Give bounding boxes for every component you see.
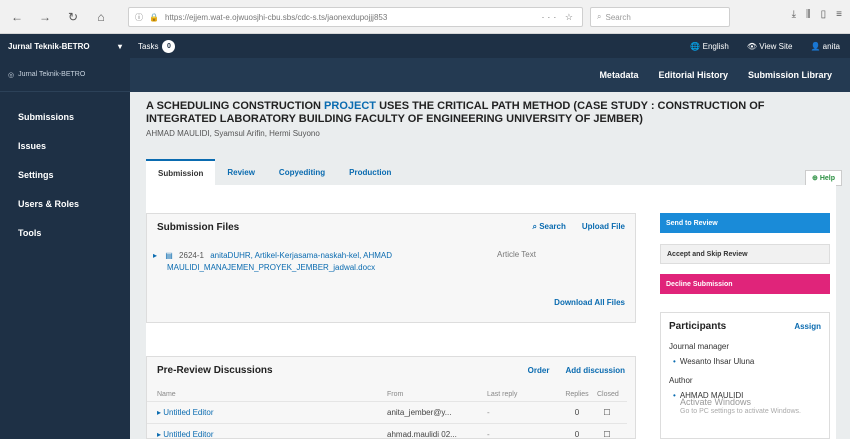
view-site-link[interactable]: 👁 View Site	[747, 42, 793, 51]
tab-production[interactable]: Production	[337, 159, 403, 185]
reload-icon[interactable]: ↻	[64, 8, 82, 26]
add-discussion-link[interactable]: Add discussion	[565, 366, 625, 375]
file-name-line2[interactable]: MAULIDI_MANAJEMEN_PROYEK_JEMBER_jadwal.d…	[153, 263, 375, 272]
participant-role: Author	[669, 376, 693, 385]
submission-files-panel: Submission Files ⌕ Search Upload File ▸ …	[146, 213, 636, 323]
browser-tools: ⤓ ⫼ ▯ ≡	[792, 9, 842, 20]
sidebar-item-users-roles[interactable]: Users & Roles	[0, 185, 130, 214]
submission-library-link[interactable]: Submission Library	[748, 70, 832, 80]
participants-title: Participants	[669, 321, 727, 332]
closed-checkbox[interactable]: ☐	[597, 430, 617, 439]
url-text: https://ejjem.wat-e.ojwuosjhi-cbu.sbs/cd…	[164, 12, 388, 22]
expand-icon[interactable]: ▸	[153, 251, 157, 260]
tasks-button[interactable]: Tasks 0	[130, 39, 176, 53]
workflow-tabs: Submission Review Copyediting Production	[146, 159, 403, 185]
decline-submission-button[interactable]: Decline Submission	[660, 274, 830, 294]
search-icon: ⌕	[597, 12, 602, 21]
menu-icon[interactable]: ≡	[836, 9, 842, 20]
upload-file-link[interactable]: Upload File	[582, 222, 625, 232]
table-row[interactable]: ▸ Untitled Editor ahmad.maulidi 02... - …	[147, 423, 627, 439]
participant-role: Journal manager	[669, 342, 730, 351]
file-row[interactable]: ▸ ▤ 2624-1 anitaDUHR, Artikel-Kerjasama-…	[153, 250, 625, 274]
sidebar-item-issues[interactable]: Issues	[0, 127, 130, 156]
download-icon[interactable]: ⤓	[792, 9, 796, 20]
submission-nav: Metadata Editorial History Submission Li…	[130, 58, 850, 92]
logo-icon: ◎	[8, 71, 15, 79]
home-icon[interactable]: ⌂	[92, 8, 110, 26]
table-row[interactable]: ▸ Untitled Editor anita_jember@y... - 0 …	[147, 401, 627, 423]
participant-item[interactable]: • Wesanto Ihsar Uluna	[661, 351, 829, 366]
send-to-review-button[interactable]: Send to Review	[660, 213, 830, 233]
sidebar-item-settings[interactable]: Settings	[0, 156, 130, 185]
discussions-panel: Pre-Review Discussions Order Add discuss…	[146, 356, 636, 439]
back-icon[interactable]: ←	[8, 8, 26, 26]
submission-files-title: Submission Files	[157, 221, 240, 233]
order-link[interactable]: Order	[528, 366, 550, 375]
activate-windows-watermark: Activate Windows Go to PC settings to ac…	[680, 397, 801, 415]
file-name-line1[interactable]: anitaDUHR, Artikel-Kerjasama-naskah-kel,…	[210, 251, 392, 260]
table-header: Name From Last reply Replies Closed	[157, 390, 619, 398]
tab-copyediting[interactable]: Copyediting	[267, 159, 337, 185]
app-header: Jurnal Teknik-BETRO ▾ Tasks 0 🌐 English …	[0, 34, 850, 58]
user-menu[interactable]: 👤 anita	[810, 42, 840, 51]
closed-checkbox[interactable]: ☐	[597, 408, 617, 417]
file-type: Article Text	[497, 250, 536, 259]
sidebar-item-submissions[interactable]: Submissions	[0, 98, 130, 127]
page-actions-icon[interactable]: ··· ☆	[541, 12, 576, 23]
participants-panel: Participants Assign Journal manager • Wes…	[660, 312, 830, 439]
authors-line: AHMAD MAULIDI, Syamsul Arifin, Hermi Suy…	[146, 129, 320, 138]
editorial-history-link[interactable]: Editorial History	[658, 70, 728, 80]
browser-search-input[interactable]: ⌕ Search	[590, 7, 730, 27]
discussion-name[interactable]: Untitled Editor	[163, 408, 213, 417]
discussion-name[interactable]: Untitled Editor	[163, 430, 213, 439]
sidebar: ◎ Jurnal Teknik-BETRO Submissions Issues…	[0, 58, 130, 439]
accept-skip-review-button[interactable]: Accept and Skip Review	[660, 244, 830, 264]
sidebar-item-tools[interactable]: Tools	[0, 214, 130, 243]
address-bar[interactable]: ⓘ 🔒 https://ejjem.wat-e.ojwuosjhi-cbu.sb…	[128, 7, 583, 27]
library-icon[interactable]: ⫼	[806, 9, 811, 20]
info-icon: ⓘ	[135, 12, 143, 22]
file-icon: ▤	[165, 251, 173, 260]
tab-submission[interactable]: Submission	[146, 159, 216, 185]
forward-icon[interactable]: →	[36, 8, 54, 26]
discussions-table: Name From Last reply Replies Closed ▸ Un…	[147, 387, 627, 439]
metadata-link[interactable]: Metadata	[599, 70, 638, 80]
assign-link[interactable]: Assign	[794, 322, 821, 331]
sidebar-icon[interactable]: ▯	[821, 9, 827, 20]
lock-icon: 🔒	[149, 12, 159, 22]
chevron-down-icon: ▾	[117, 41, 122, 51]
page-title: A SCHEDULING CONSTRUCTION PROJECT USES T…	[146, 100, 765, 125]
search-files-link[interactable]: ⌕ Search	[532, 222, 565, 232]
tab-review[interactable]: Review	[215, 159, 267, 185]
language-link[interactable]: 🌐 English	[690, 42, 728, 51]
discussions-title: Pre-Review Discussions	[157, 364, 273, 376]
sidebar-brand[interactable]: ◎ Jurnal Teknik-BETRO	[0, 58, 130, 92]
tasks-count-badge: 0	[162, 39, 176, 53]
journal-switcher[interactable]: Jurnal Teknik-BETRO ▾	[0, 42, 130, 51]
download-all-link[interactable]: Download All Files	[554, 298, 625, 307]
help-button[interactable]: ⊕ Help	[805, 170, 842, 186]
